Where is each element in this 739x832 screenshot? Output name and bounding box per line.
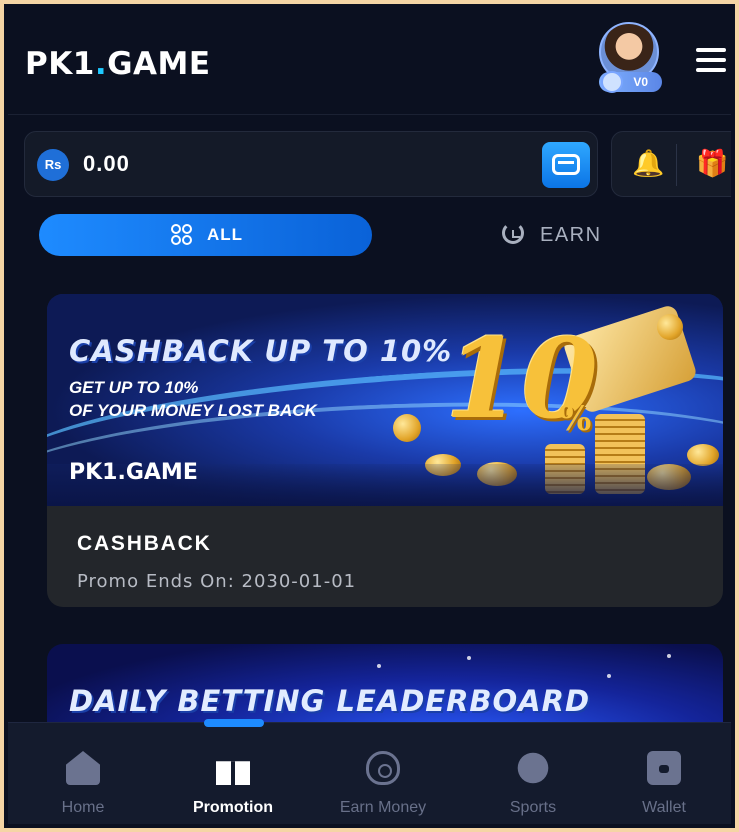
refresh-clock-icon	[502, 222, 524, 244]
banner-line-2: OF YOUR MONEY LOST BACK	[69, 401, 317, 420]
site-logo[interactable]: PK1.GAME	[25, 46, 211, 82]
banner-brand-logo: PK1.GAME	[69, 460, 198, 485]
nav-sports-label: Sports	[509, 799, 557, 816]
app-frame: PK1.GAME V0 Rs 0.00 🔔 🎁 ALL EARN 10 % CA…	[0, 0, 739, 832]
vip-level: V0	[633, 75, 648, 89]
tab-all-label: ALL	[207, 225, 244, 244]
nav-earn-money[interactable]: Earn Money	[308, 723, 458, 823]
balance-value: 0.00	[83, 151, 130, 176]
nav-wallet-label: Wallet	[642, 799, 686, 816]
promo-title: CASHBACK	[77, 532, 212, 555]
deposit-button[interactable]	[542, 142, 590, 188]
money-bag-icon	[366, 751, 400, 785]
banner-line-1: GET UP TO 10%	[69, 378, 199, 397]
nav-promotion[interactable]: Promotion	[158, 723, 308, 823]
logo-suffix: GAME	[107, 46, 211, 82]
card-icon	[552, 154, 580, 175]
nav-promotion-label: Promotion	[193, 799, 273, 816]
hamburger-menu-icon[interactable]	[696, 48, 726, 76]
tab-earn-label: EARN	[540, 224, 602, 246]
tab-all[interactable]: ALL	[39, 214, 372, 256]
vip-gem-icon	[601, 71, 623, 93]
nav-wallet[interactable]: Wallet	[589, 723, 731, 823]
nav-home[interactable]: Home	[8, 723, 158, 823]
gift-box-icon[interactable]: 🎁	[696, 148, 728, 178]
banner-headline: DAILY BETTING LEADERBOARD	[69, 684, 591, 718]
promo-banner-cashback: 10 % CASHBACK UP TO 10% GET UP TO 10% OF…	[47, 294, 723, 506]
bottom-nav: Home Promotion Earn Money Sports Wallet	[8, 719, 731, 824]
promo-end-date: Promo Ends On: 2030-01-01	[77, 571, 357, 592]
rupee-currency-icon: Rs	[37, 149, 69, 181]
promo-card-cashback[interactable]: 10 % CASHBACK UP TO 10% GET UP TO 10% OF…	[47, 294, 723, 607]
logo-main: PK1	[25, 46, 95, 82]
notification-bell-icon[interactable]: 🔔	[632, 148, 664, 178]
percent-graphic: %	[559, 399, 592, 439]
app-viewport: PK1.GAME V0 Rs 0.00 🔔 🎁 ALL EARN 10 % CA…	[8, 8, 731, 824]
logo-dot: .	[94, 46, 108, 82]
banner-headline: CASHBACK UP TO 10%	[69, 334, 453, 368]
wallet-icon	[647, 751, 681, 785]
top-header: PK1.GAME V0	[8, 8, 731, 115]
divider	[676, 144, 677, 186]
nav-sports[interactable]: Sports	[458, 723, 608, 823]
coin-image	[657, 314, 683, 340]
home-icon	[66, 751, 100, 785]
gift-icon	[216, 761, 250, 785]
sports-icon	[517, 752, 549, 784]
balance-bar: Rs 0.00	[24, 131, 598, 197]
nav-earn-money-label: Earn Money	[339, 799, 427, 816]
clover-icon	[169, 223, 195, 247]
nav-home-label: Home	[61, 799, 105, 816]
quick-icons: 🔔 🎁	[611, 131, 731, 197]
